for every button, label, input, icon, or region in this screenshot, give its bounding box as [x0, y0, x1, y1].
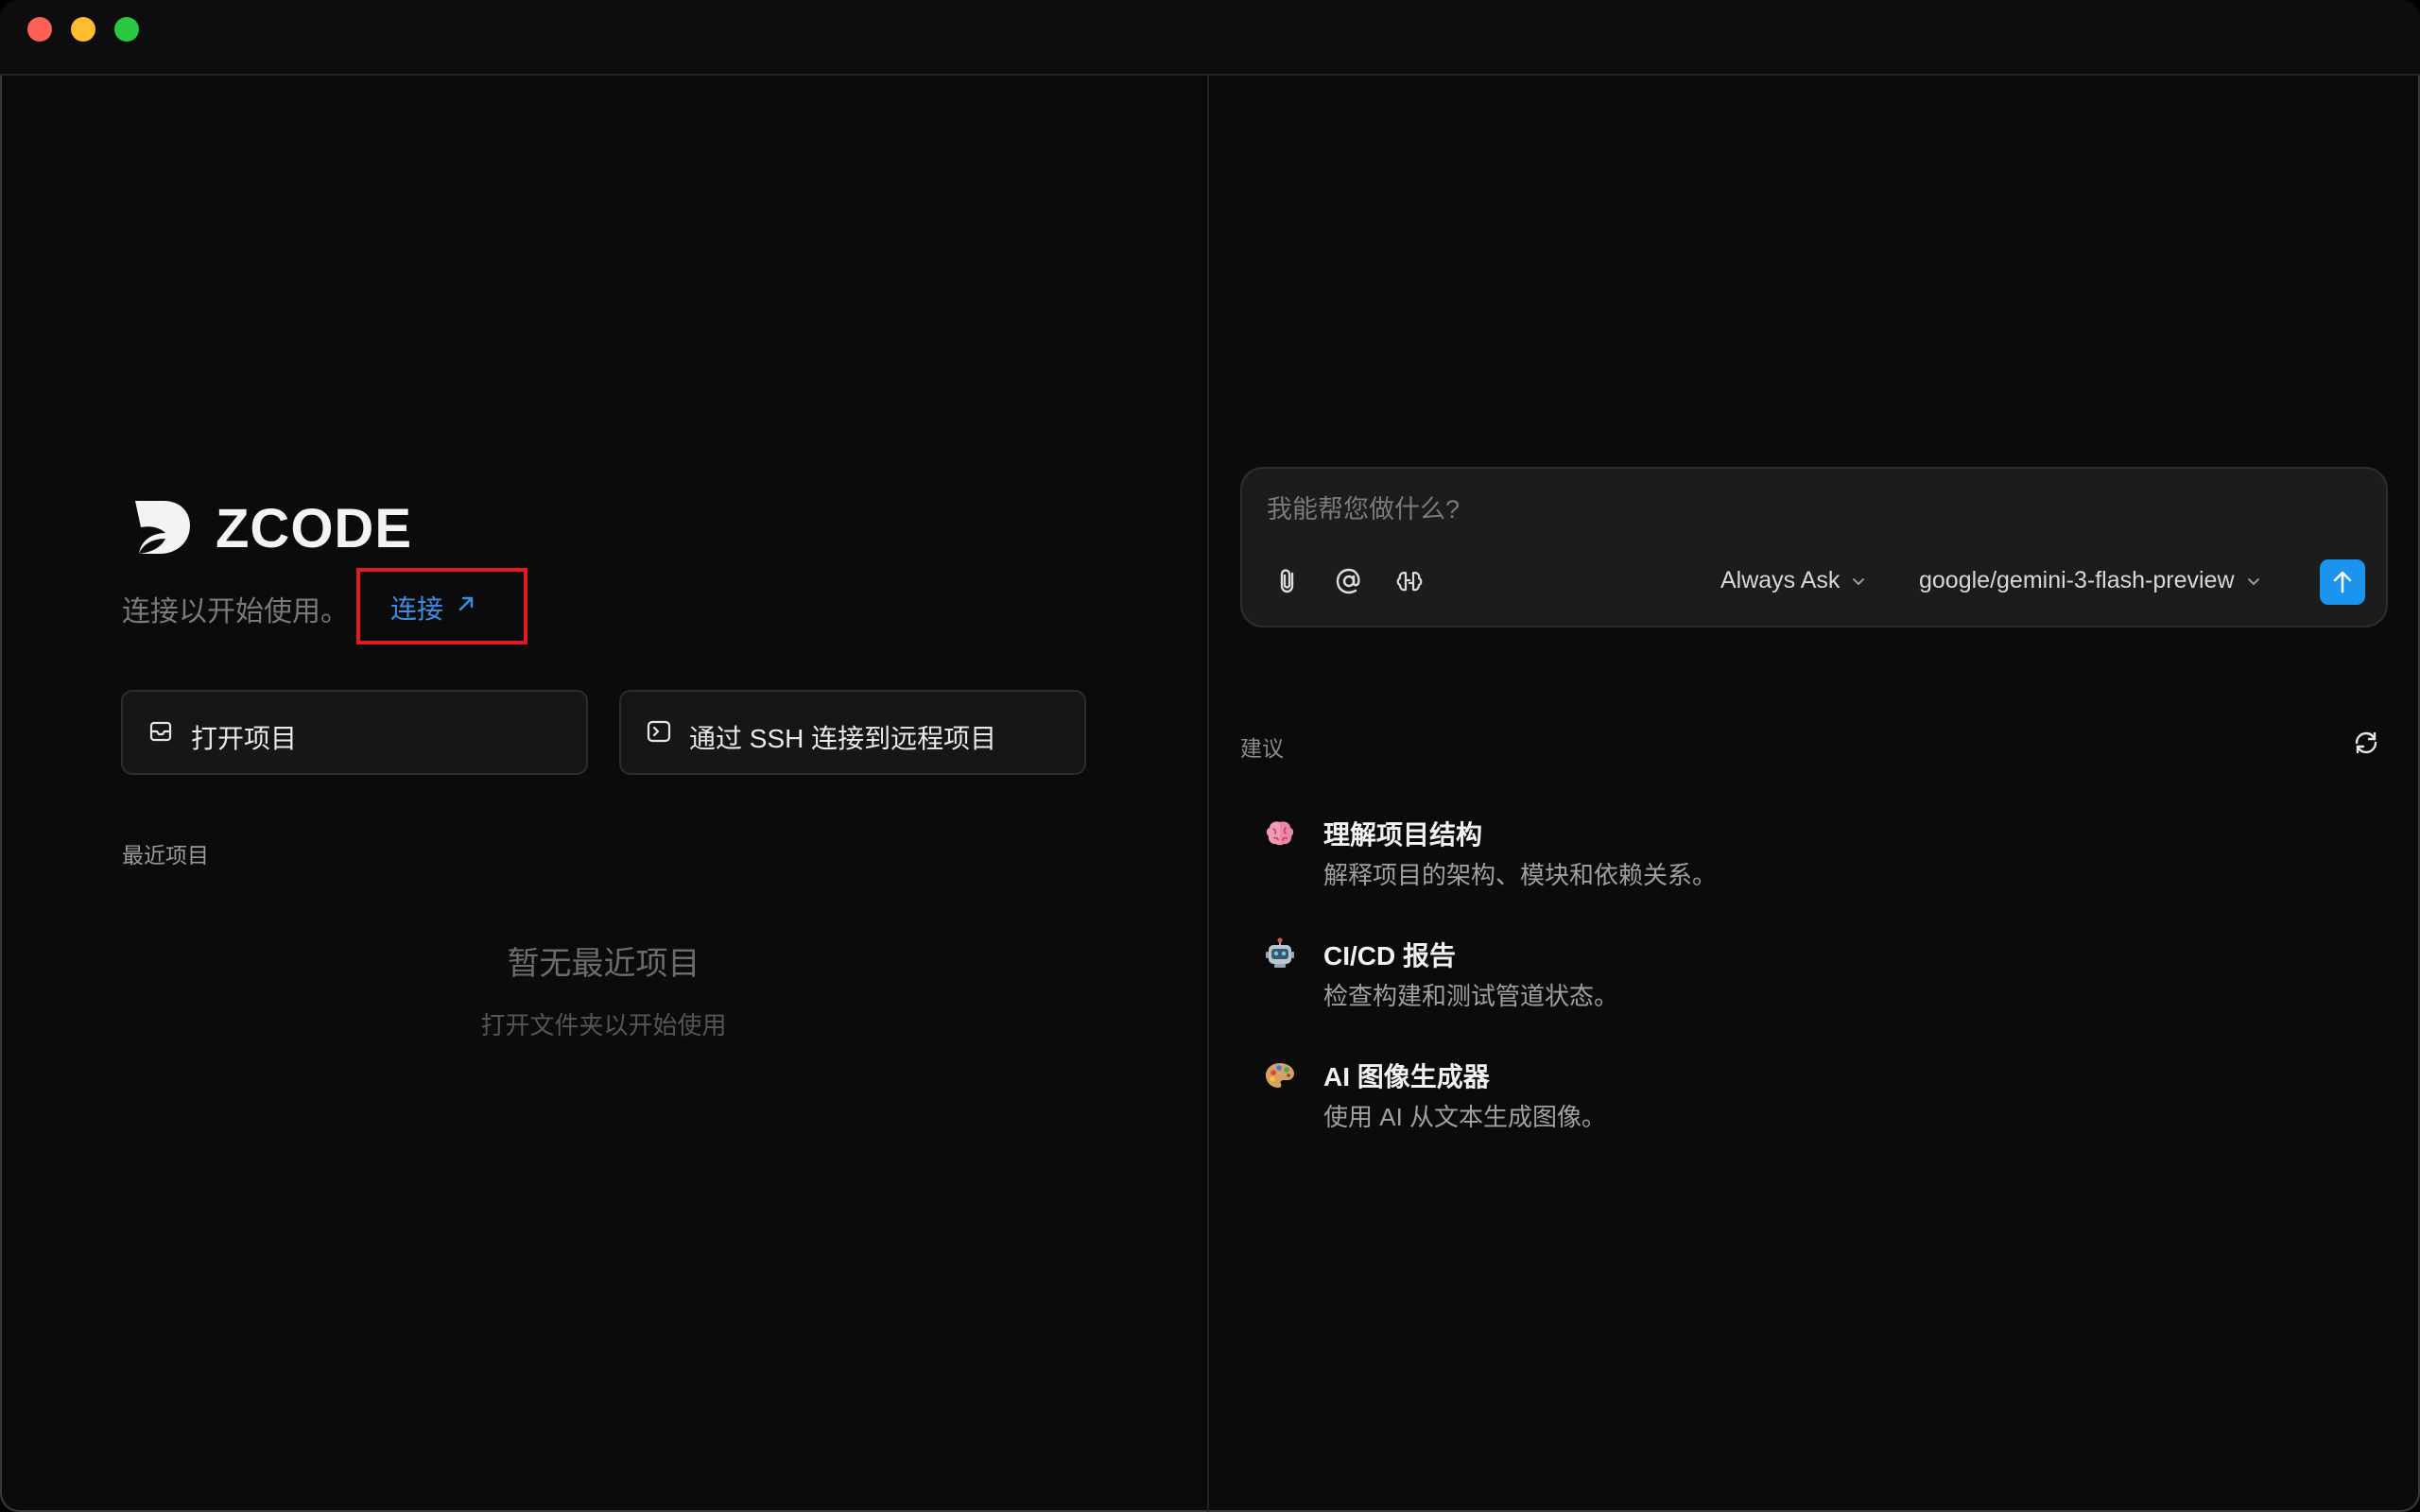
terminal-icon: [647, 720, 671, 743]
brain-outline-icon: [1396, 571, 1423, 592]
brand-name: ZCODE: [216, 498, 412, 559]
mention-button[interactable]: [1333, 565, 1365, 597]
suggestion-item[interactable]: 理解项目结构 解释项目的架构、模块和依赖关系。: [1248, 811, 2382, 905]
suggestion-desc: 检查构建和测试管道状态。: [1323, 982, 1619, 1010]
ssh-connect-label: 通过 SSH 连接到远程项目: [689, 724, 997, 753]
connect-link[interactable]: 连接: [390, 589, 443, 627]
title-bar: [0, 0, 2420, 76]
recent-projects-heading: 最近项目: [122, 843, 209, 868]
suggestion-item[interactable]: AI 图像生成器 使用 AI 从文本生成图像。: [1248, 1053, 2382, 1147]
palette-icon: [1266, 1063, 1294, 1088]
mode-value: Always Ask: [1720, 567, 1841, 593]
brain-icon: [1266, 821, 1294, 846]
send-button[interactable]: [2320, 559, 2365, 605]
external-arrow-icon[interactable]: [456, 593, 476, 614]
chat-input[interactable]: [1265, 488, 2356, 531]
chat-composer: Always Ask google/gemini-3-flash-preview: [1240, 467, 2388, 627]
open-project-label: 打开项目: [191, 724, 298, 753]
chevron-down-icon: [2247, 578, 2259, 586]
minimize-window-button[interactable]: [71, 17, 95, 42]
suggestion-title: 理解项目结构: [1323, 820, 1483, 850]
suggestion-item[interactable]: CI/CD 报告 检查构建和测试管道状态。: [1248, 932, 2382, 1026]
chevron-down-icon: [1853, 578, 1865, 586]
close-window-button[interactable]: [27, 17, 52, 42]
suggestions-heading: 建议: [1240, 736, 1284, 761]
suggestion-title: AI 图像生成器: [1323, 1062, 1490, 1091]
model-dropdown[interactable]: google/gemini-3-flash-preview: [1919, 567, 2261, 594]
attach-button[interactable]: [1272, 565, 1305, 597]
at-sign-icon: [1336, 568, 1360, 594]
empty-state-title: 暂无最近项目: [507, 946, 700, 982]
paperclip-icon: [1280, 569, 1294, 593]
zoom-window-button[interactable]: [114, 17, 139, 42]
mode-dropdown[interactable]: Always Ask: [1720, 567, 1866, 594]
zcode-logo-icon: [135, 501, 190, 554]
refresh-icon[interactable]: [2352, 729, 2380, 757]
inbox-icon: [149, 721, 172, 742]
suggestion-desc: 使用 AI 从文本生成图像。: [1323, 1103, 1607, 1131]
robot-icon: [1266, 937, 1294, 968]
arrow-up-icon: [2333, 571, 2352, 593]
connect-prompt: 连接以开始使用。: [122, 596, 349, 627]
suggestion-desc: 解释项目的架构、模块和依赖关系。: [1323, 861, 1718, 889]
ssh-connect-button[interactable]: 通过 SSH 连接到远程项目: [619, 690, 1086, 775]
brain-tool-button[interactable]: [1393, 565, 1426, 597]
app-window: ZCODE 连接以开始使用。 连接 打开项目 通过 SSH 连接到远程项目 最近…: [0, 0, 2420, 1512]
suggestion-title: CI/CD 报告: [1323, 941, 1457, 971]
open-project-button[interactable]: 打开项目: [121, 690, 588, 775]
empty-state-subtitle: 打开文件夹以开始使用: [480, 1011, 727, 1040]
model-value: google/gemini-3-flash-preview: [1919, 567, 2235, 593]
pane-divider[interactable]: [1207, 76, 1209, 1512]
